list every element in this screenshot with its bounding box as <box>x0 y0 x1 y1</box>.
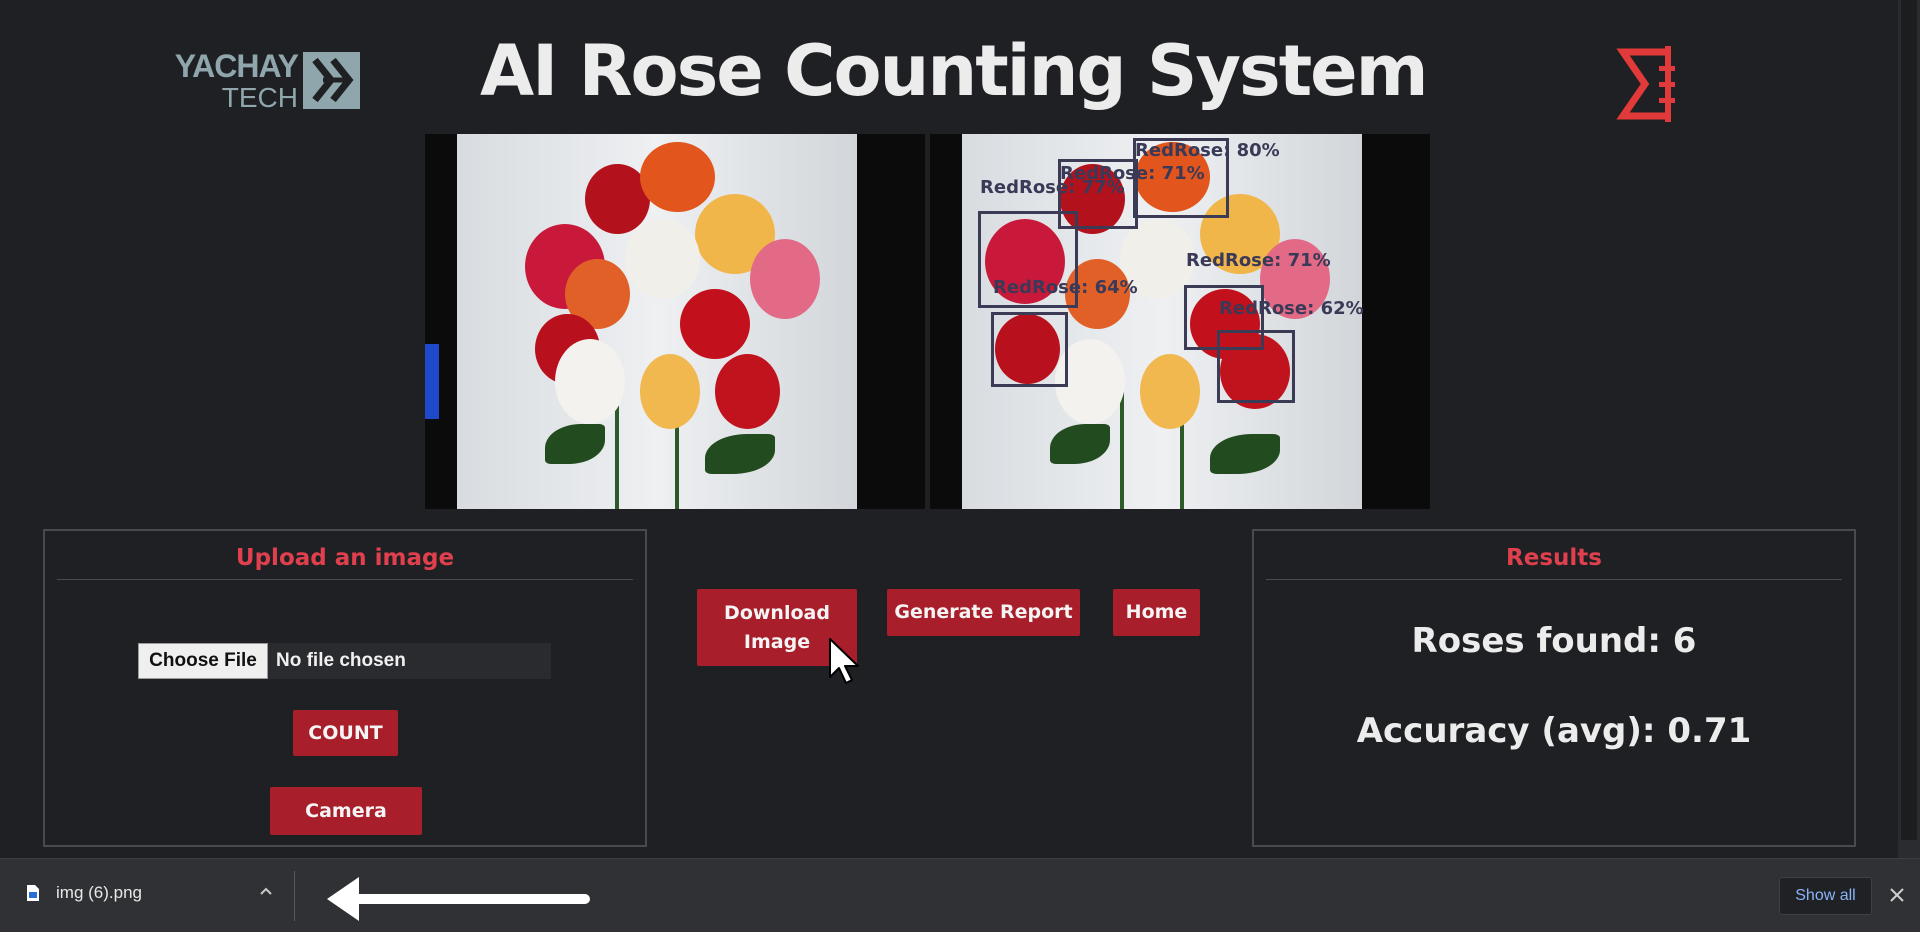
scrollbar-thumb[interactable] <box>1901 0 1917 840</box>
file-status: No file chosen <box>276 650 406 671</box>
detection-label: RedRose: 71% <box>1186 250 1331 271</box>
logo-line-2: TECH <box>221 82 298 113</box>
upload-title: Upload an image <box>235 545 455 571</box>
file-icon <box>27 885 39 901</box>
original-image <box>425 134 925 509</box>
downloaded-file-item[interactable]: img (6).png <box>26 883 142 903</box>
camera-button[interactable]: Camera <box>270 787 422 835</box>
detection-label: RedRose: 77% <box>980 177 1125 198</box>
chevron-up-icon[interactable] <box>258 883 274 899</box>
divider <box>1266 579 1842 580</box>
detection-label: RedRose: 80% <box>1135 140 1280 161</box>
sigma-logo-icon <box>1615 44 1675 124</box>
count-button[interactable]: COUNT <box>293 710 398 756</box>
scrollbar[interactable] <box>1898 0 1920 858</box>
yachay-tech-logo: YACHAY TECH <box>148 48 363 113</box>
generate-report-button[interactable]: Generate Report <box>887 589 1080 636</box>
divider <box>294 871 295 921</box>
logo-line-1: YACHAY <box>174 48 299 84</box>
detection-label: RedRose: 62% <box>1219 298 1364 319</box>
choose-file-button[interactable]: Choose File <box>138 643 268 679</box>
home-button[interactable]: Home <box>1113 589 1200 636</box>
show-all-button[interactable]: Show all <box>1779 877 1872 915</box>
logo-wordmark: YACHAY TECH <box>148 48 299 113</box>
detection-label: RedRose: 64% <box>993 277 1138 298</box>
file-input[interactable]: Choose File No file chosen <box>138 643 551 679</box>
download-shelf: img (6).png Show all <box>0 858 1920 932</box>
detection-image: RedRose: 80% RedRose: 71% RedRose: 77% R… <box>930 134 1430 509</box>
detection-box <box>1217 330 1295 403</box>
close-icon[interactable] <box>1888 886 1906 904</box>
accuracy-avg: Accuracy (avg): 0.71 <box>1356 711 1752 751</box>
page-title: AI Rose Counting System <box>480 30 1429 112</box>
divider <box>57 579 633 580</box>
upload-panel: Upload an image Choose File No file chos… <box>43 529 647 847</box>
mouse-cursor-icon <box>828 637 862 685</box>
roses-found: Roses found: 6 <box>1411 621 1697 661</box>
logo-mark-icon <box>303 52 360 109</box>
downloaded-file-name: img (6).png <box>56 883 142 902</box>
image-comparison: RedRose: 80% RedRose: 71% RedRose: 77% R… <box>425 134 1430 509</box>
detection-box <box>991 312 1068 387</box>
results-panel: Results Roses found: 6 Accuracy (avg): 0… <box>1252 529 1856 847</box>
results-title: Results <box>1506 545 1602 571</box>
arrow-left-icon <box>327 877 590 921</box>
